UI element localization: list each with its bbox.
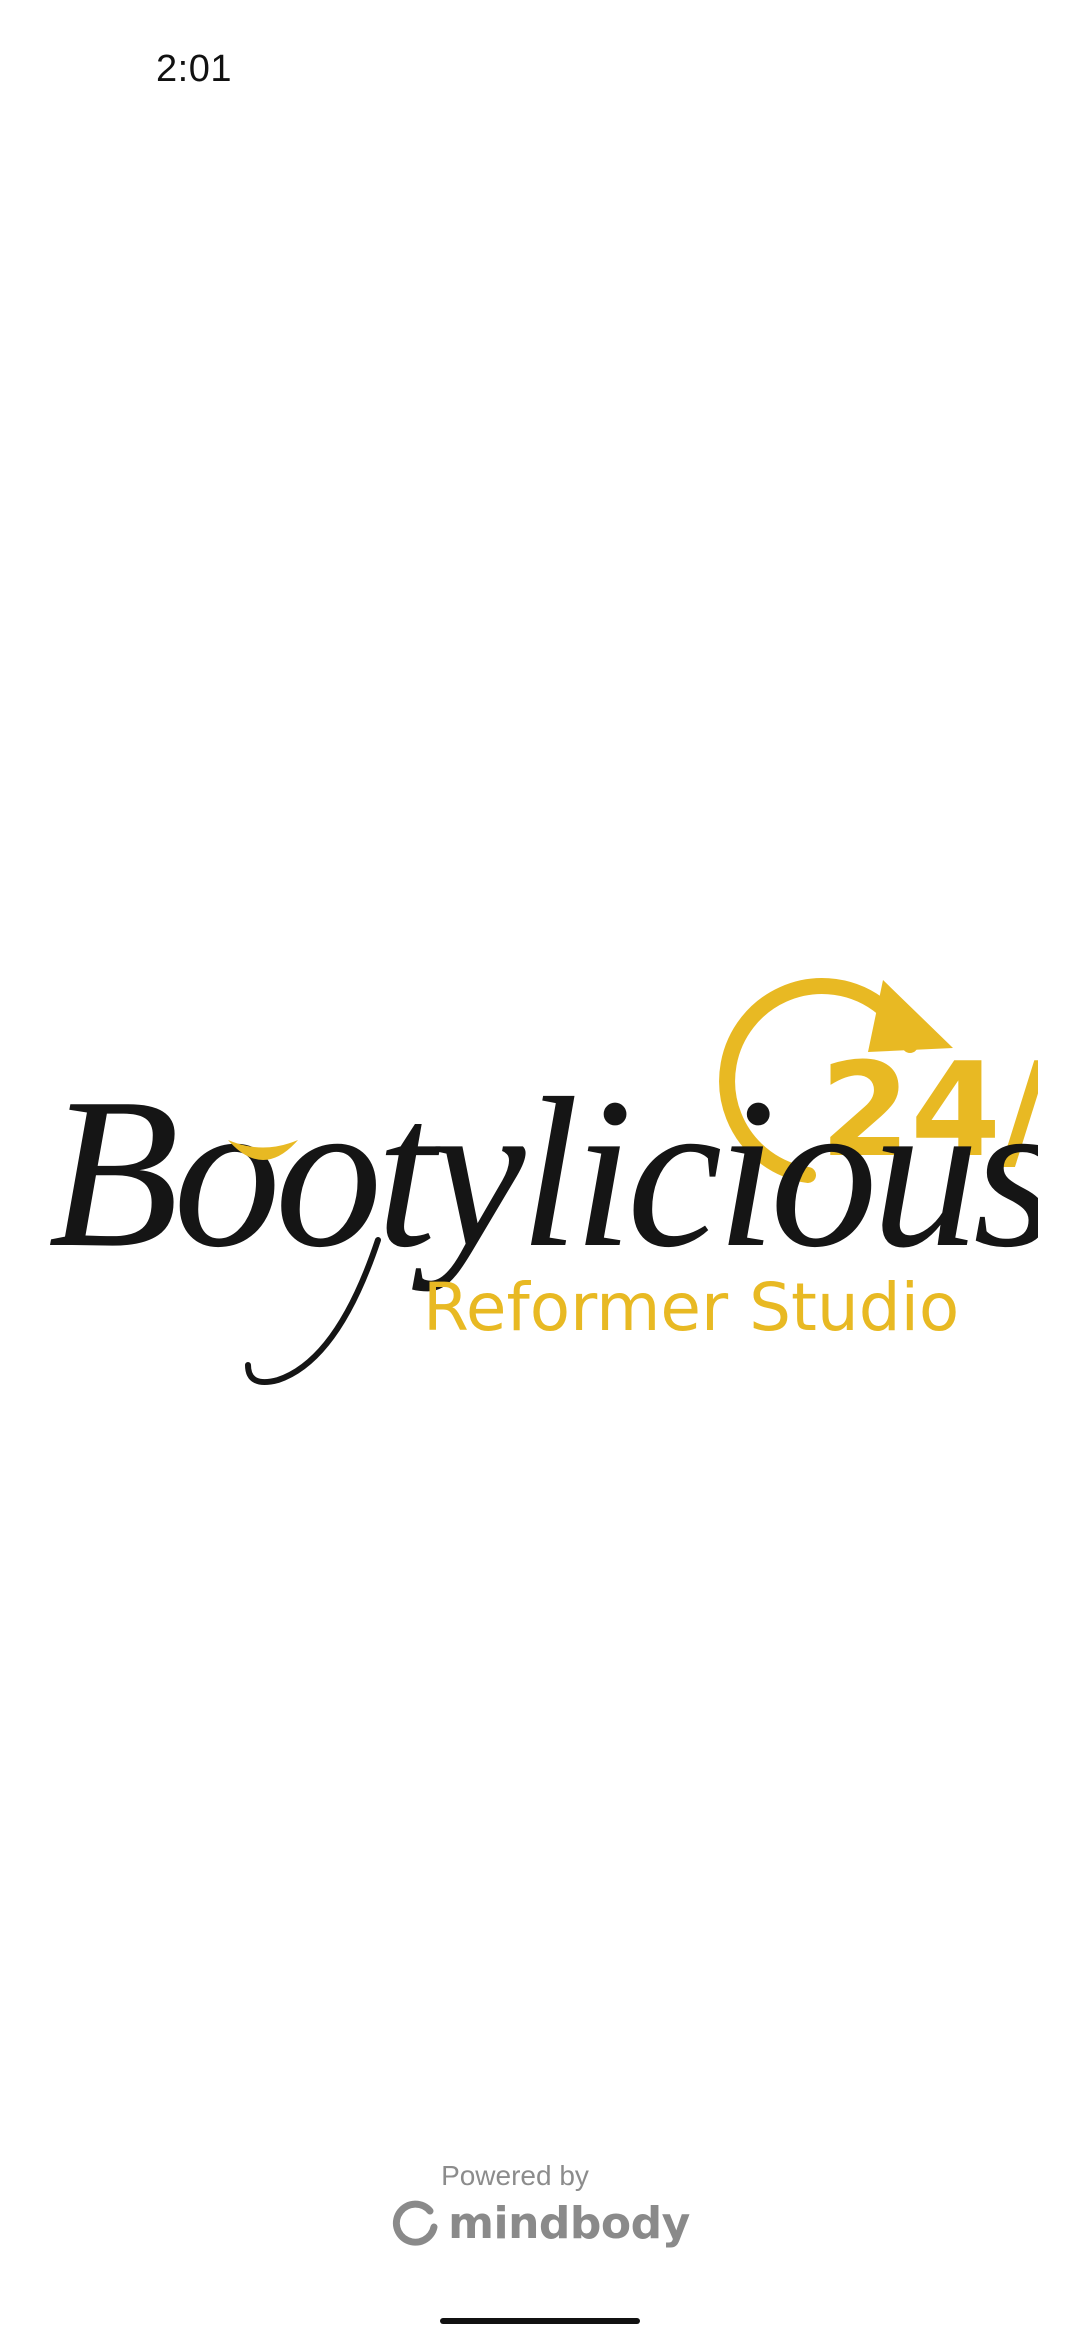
mindbody-brand: mindbody [390,2198,690,2249]
mindbody-ring-icon [393,2200,438,2246]
studio-logo-graphic: 24/7 Bootylicious Reformer Studio [48,978,1038,1386]
home-indicator[interactable] [440,2318,640,2324]
powered-by-label: Powered by [441,2160,589,2191]
status-bar-time: 2:01 [156,48,232,90]
powered-by-footer: Powered by mindbody [0,2160,1080,2254]
logo-wordmark-text: Bootylicious [48,1053,1038,1292]
splash-screen: 2:01 24/7 Bootylicious Reformer Studio P… [0,0,1080,2340]
mindbody-brand-name: mindbody [448,2198,690,2249]
studio-logo: 24/7 Bootylicious Reformer Studio [48,940,1038,1410]
logo-subtitle-text: Reformer Studio [423,1269,959,1346]
